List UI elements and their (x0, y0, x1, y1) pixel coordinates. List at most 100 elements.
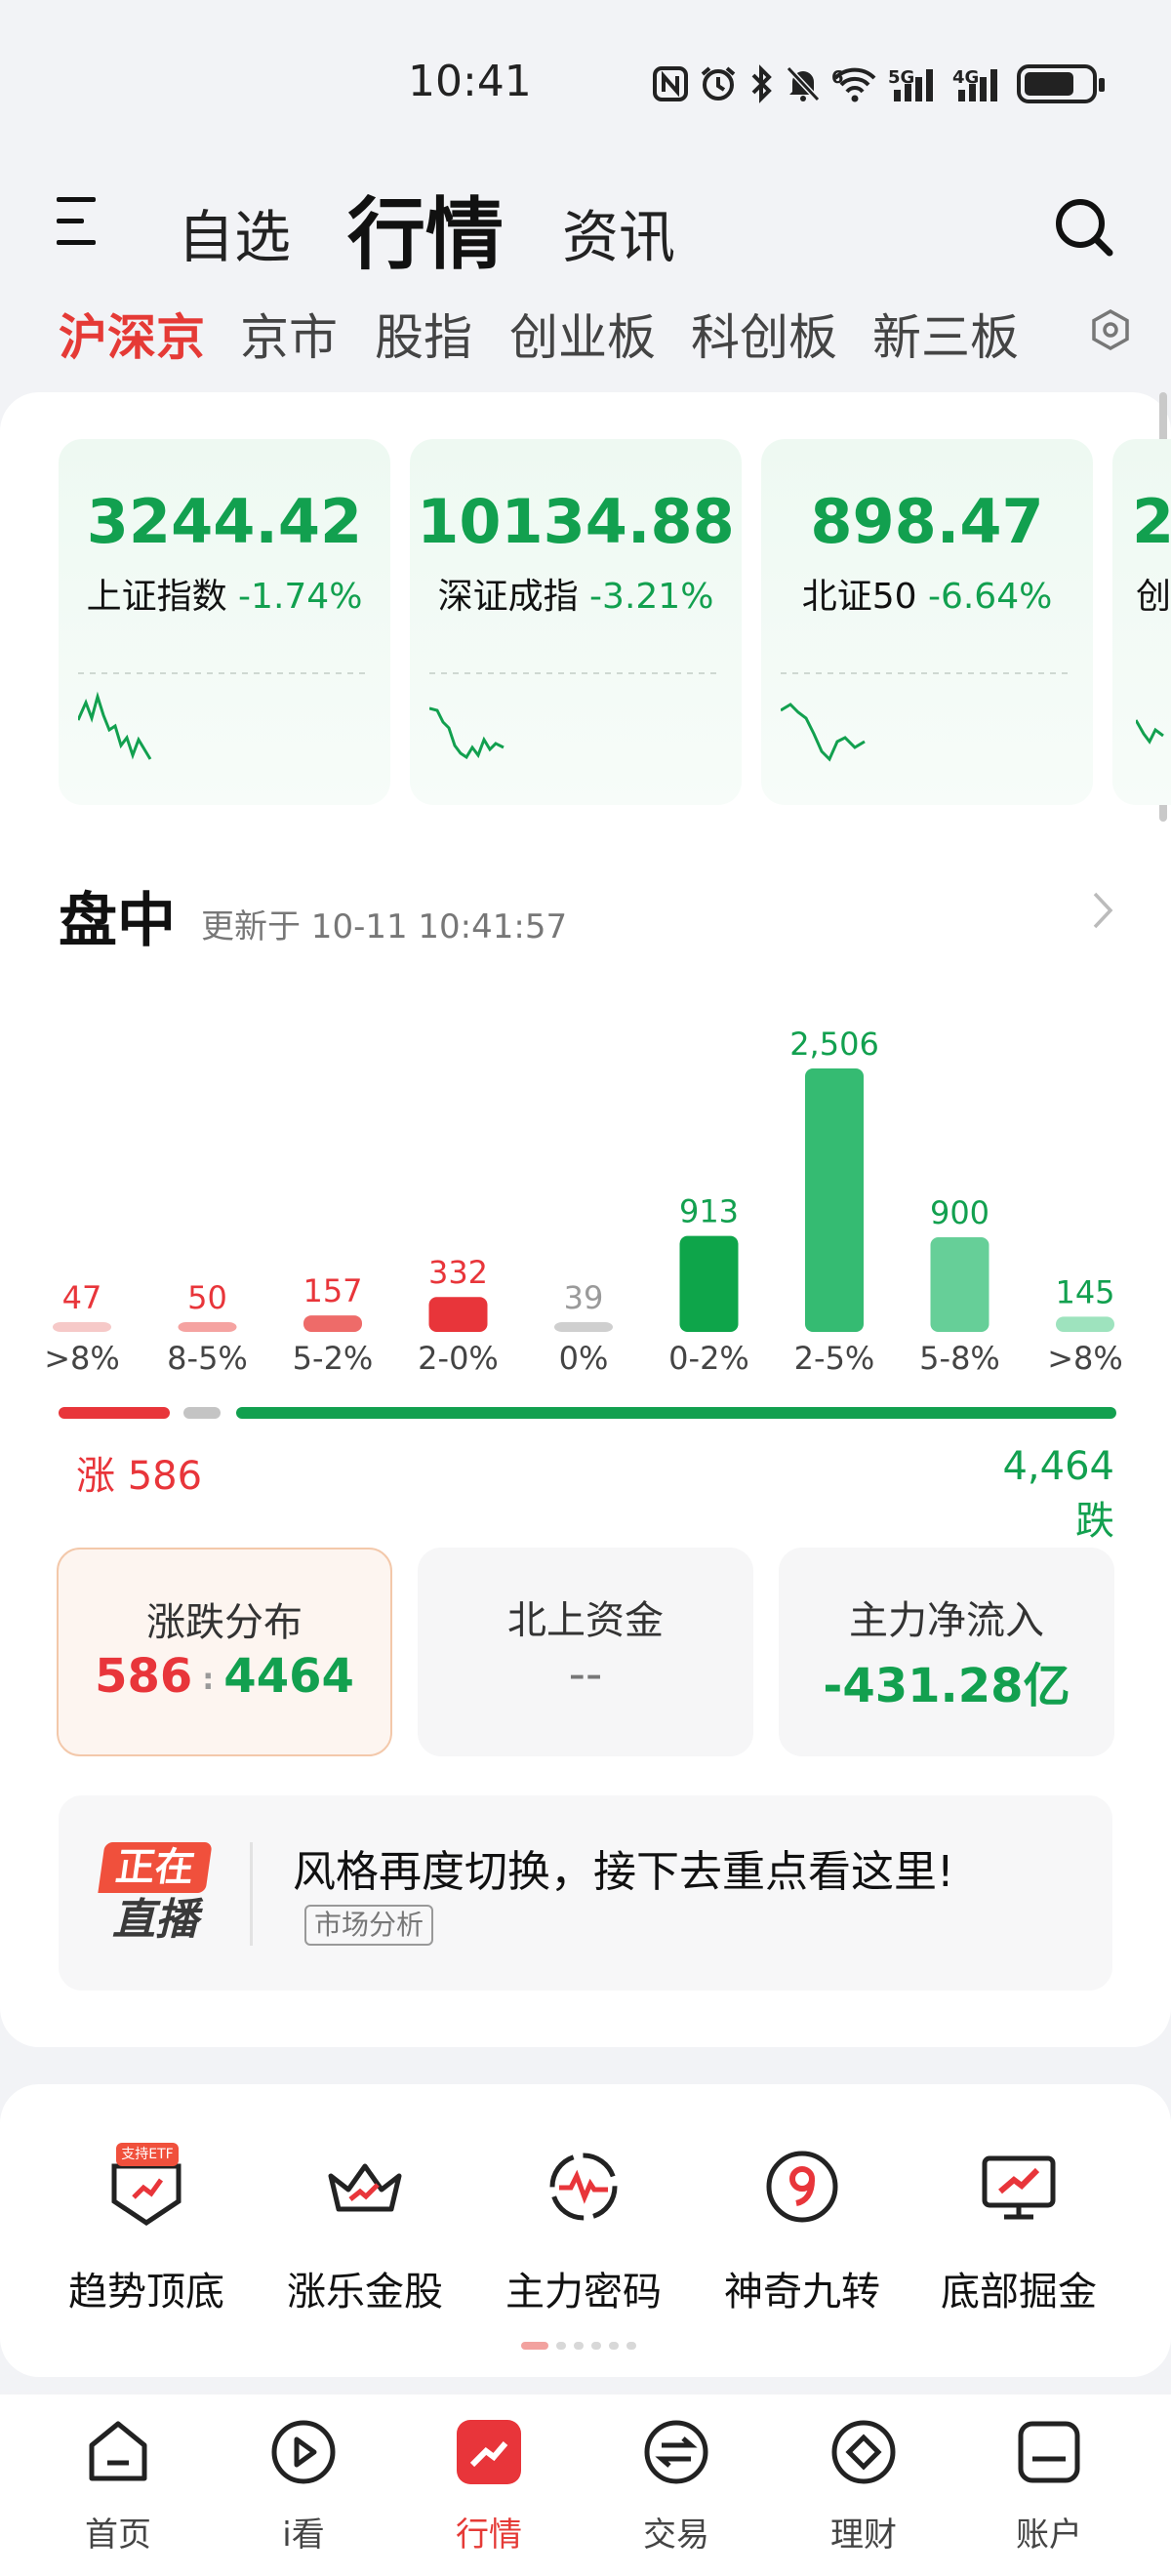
index-sparkline (781, 672, 1073, 762)
index-value: 3244.42 (86, 486, 363, 557)
index-label: 上证指数 -1.74% (59, 568, 390, 619)
subtab-kechuangban[interactable]: 科创板 (691, 299, 837, 369)
bar-value-label: 913 (679, 1193, 739, 1230)
tool-label: 底部掘金 (941, 2270, 1097, 2314)
nav-label: 行情 (456, 2516, 522, 2555)
tile-title: 涨跌分布 (146, 1600, 303, 1645)
bar-value-label: 157 (303, 1272, 362, 1309)
tile-northbound[interactable]: 北上资金 -- (418, 1548, 753, 1756)
nav-market[interactable]: 行情 (416, 2416, 562, 2556)
index-card-beizheng50[interactable]: 898.47 北证50 -6.64% (761, 439, 1093, 805)
tile-up-value: 586 (95, 1649, 193, 1704)
live-badge-top: 正在 (98, 1842, 213, 1893)
tile-value: -- (568, 1647, 603, 1702)
settings-icon[interactable] (1089, 308, 1132, 351)
index-sparkline (429, 672, 722, 760)
distribution-bar (805, 1068, 864, 1332)
bar-value-label: 2,506 (789, 1026, 879, 1063)
battery-icon (1017, 64, 1105, 103)
tab-market[interactable]: 行情 (347, 172, 504, 285)
bar-category-label: >8% (44, 1340, 120, 1377)
index-value: 10134.88 (417, 486, 735, 557)
bar-value-label: 39 (564, 1279, 604, 1316)
nav-label: 理财 (830, 2516, 897, 2555)
subtab-xinsanban[interactable]: 新三板 (872, 299, 1019, 369)
chevron-right-icon[interactable] (1089, 888, 1118, 933)
live-badge: 正在 直播 (98, 1842, 215, 1948)
index-change: -1.74% (238, 577, 363, 617)
tile-main-inflow[interactable]: 主力净流入 -431.28亿 (779, 1548, 1114, 1756)
distribution-bar (53, 1322, 111, 1332)
search-icon[interactable] (1052, 195, 1114, 258)
live-badge-bottom: 直播 (112, 1895, 198, 1945)
distribution-bar (428, 1297, 488, 1332)
tile-title: 北上资金 (507, 1598, 664, 1643)
tile-value: 586:4464 (95, 1649, 354, 1704)
bar-category-label: 8-5% (167, 1340, 248, 1377)
tool-golden-stock[interactable]: 涨乐金股 (267, 2143, 463, 2316)
nav-trade[interactable]: 交易 (603, 2416, 749, 2556)
tool-main-code[interactable]: 主力密码 (486, 2143, 681, 2316)
distribution-bar (554, 1322, 613, 1332)
index-card-chuangye[interactable]: 2 创 (1112, 439, 1171, 805)
nav-account[interactable]: 账户 (976, 2416, 1122, 2556)
bar-category-label: 2-5% (794, 1340, 875, 1377)
distribution-bar (303, 1315, 362, 1332)
index-card-shenzhen[interactable]: 10134.88 深证成指 -3.21% (410, 439, 742, 805)
index-value: 2 (1132, 486, 1171, 557)
tool-label: 神奇九转 (724, 2270, 880, 2314)
bar-category-label: 0% (559, 1340, 609, 1377)
tile-down-value: 4464 (223, 1649, 354, 1704)
tool-bottom-gold[interactable]: 底部掘金 (921, 2143, 1116, 2316)
subtab-chuangyeban[interactable]: 创业板 (509, 299, 656, 369)
index-sparkline (1136, 719, 1164, 745)
nav-watch[interactable]: i看 (230, 2416, 377, 2556)
tab-news[interactable]: 资讯 (562, 191, 675, 273)
distribution-chart: 47 >8% 50 8-5% 157 5-2% 332 2-0% 39 0% 913 0-2% 2,50… (44, 1026, 1123, 1377)
bar-category-label: >8% (1047, 1340, 1123, 1377)
nav-label: 账户 (1016, 2516, 1082, 2555)
intraday-updated: 更新于 10-11 10:41:57 (201, 907, 568, 946)
live-tag: 市场分析 (304, 1905, 434, 1946)
up-ratio-bar (59, 1407, 170, 1419)
intraday-title: 盘中 (59, 887, 176, 955)
subtab-guzhi[interactable]: 股指 (375, 299, 472, 369)
signal-4g-icon: 4G (952, 64, 1007, 103)
status-icons: 6 5G 4G (652, 60, 1105, 107)
tool-label: 趋势顶底 (68, 2270, 224, 2314)
bar-category-label: 2-0% (418, 1340, 499, 1377)
tile-advance-decline[interactable]: 涨跌分布 586:4464 (57, 1548, 392, 1756)
subtab-hushenjing[interactable]: 沪深京 (59, 299, 205, 369)
distribution-bar (679, 1235, 739, 1332)
index-change: -6.64% (927, 577, 1053, 617)
mute-icon (786, 65, 821, 102)
index-name: 创 (1136, 577, 1171, 617)
play-icon (271, 2420, 336, 2484)
subtab-jingshi[interactable]: 京市 (240, 299, 338, 369)
nfc-icon (653, 66, 688, 101)
wifi-tag: 6 (831, 67, 844, 88)
wifi-6-icon: 6 (831, 64, 878, 103)
account-icon (1018, 2421, 1080, 2483)
nav-label: 交易 (643, 2516, 709, 2555)
flat-ratio-bar (183, 1407, 221, 1419)
pulse-icon (540, 2143, 627, 2231)
bar-value-label: 900 (930, 1194, 989, 1231)
home-icon (89, 2421, 147, 2481)
bar-value-label: 332 (428, 1254, 488, 1291)
index-label: 北证50 -6.64% (761, 568, 1093, 619)
tab-watchlist[interactable]: 自选 (178, 191, 291, 273)
index-name: 深证成指 (437, 577, 579, 617)
alarm-icon (701, 66, 736, 101)
nav-home[interactable]: 首页 (45, 2416, 191, 2556)
index-card-shanghai[interactable]: 3244.42 上证指数 -1.74% (59, 439, 390, 805)
menu-icon[interactable] (57, 195, 101, 248)
nav-finance[interactable]: 理财 (790, 2416, 937, 2556)
status-time: 10:41 (408, 57, 532, 106)
bar-value-label: 47 (62, 1279, 102, 1316)
exchange-icon (644, 2420, 708, 2484)
tool-nine-turn[interactable]: 神奇九转 (705, 2143, 900, 2316)
page-indicator (521, 2342, 636, 2350)
index-name: 上证指数 (86, 577, 227, 617)
tool-trend[interactable]: 支持ETF 趋势顶底 (49, 2143, 244, 2316)
